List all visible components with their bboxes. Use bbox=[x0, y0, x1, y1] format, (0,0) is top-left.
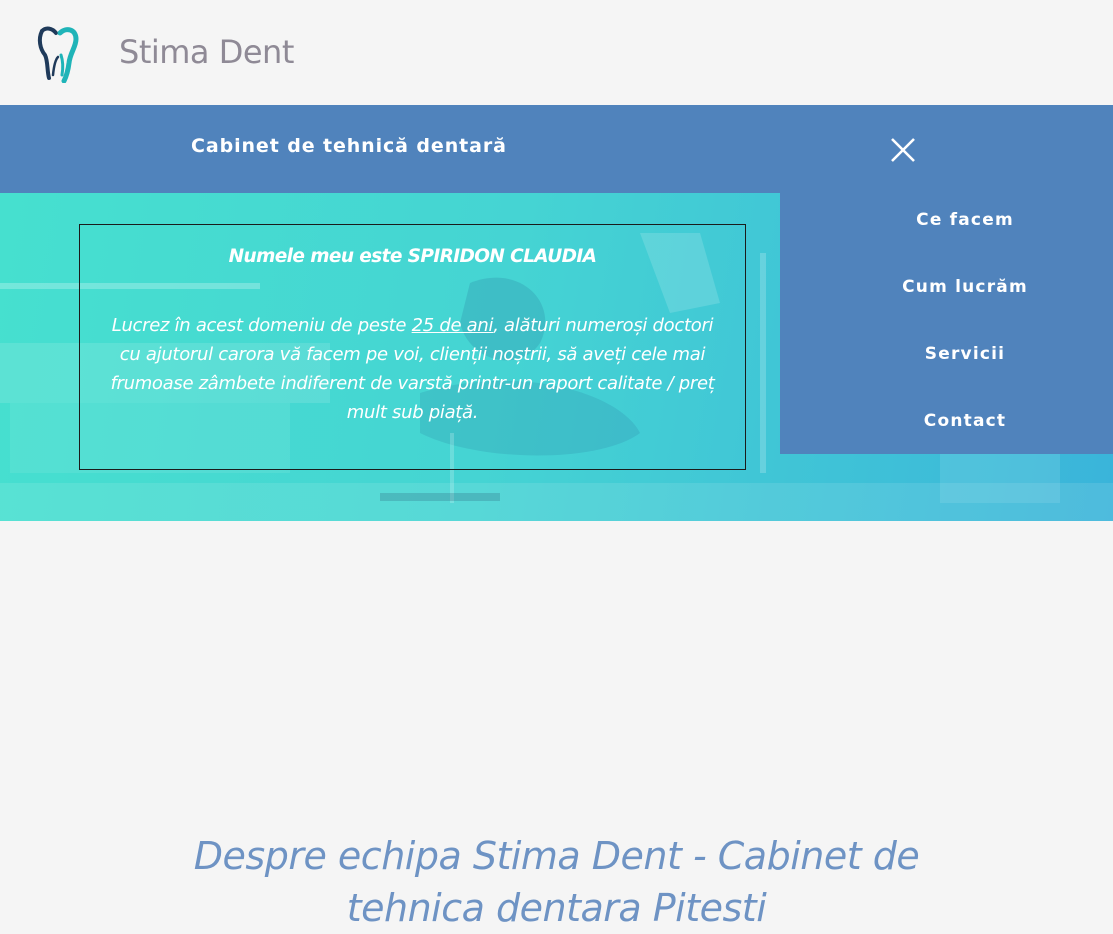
site-header: Stima Dent bbox=[0, 0, 1113, 105]
top-bar: Cabinet de tehnică dentară bbox=[0, 105, 1113, 193]
brand-name[interactable]: Stima Dent bbox=[119, 33, 294, 71]
nav-menu: Ce facem Cum lucrăm Servicii Contact bbox=[780, 193, 1113, 454]
intro-title: Numele meu este SPIRIDON CLAUDIA bbox=[228, 246, 597, 267]
menu-item-cum-lucram[interactable]: Cum lucrăm bbox=[780, 277, 1113, 297]
years-link[interactable]: 25 de ani bbox=[412, 315, 494, 336]
section-heading: Despre echipa Stima Dent - Cabinet de te… bbox=[193, 834, 920, 930]
intro-card: Numele meu este SPIRIDON CLAUDIA Lucrez … bbox=[79, 224, 746, 470]
menu-item-ce-facem[interactable]: Ce facem bbox=[780, 210, 1113, 230]
menu-item-servicii[interactable]: Servicii bbox=[780, 344, 1113, 364]
close-icon[interactable] bbox=[886, 133, 920, 167]
bar-title: Cabinet de tehnică dentară bbox=[191, 135, 507, 157]
intro-text: Lucrez în acest domeniu de peste 25 de a… bbox=[106, 311, 719, 427]
intro-text-start: Lucrez în acest domeniu de peste bbox=[111, 315, 412, 336]
menu-item-contact[interactable]: Contact bbox=[780, 411, 1113, 431]
tooth-icon[interactable] bbox=[36, 25, 80, 83]
